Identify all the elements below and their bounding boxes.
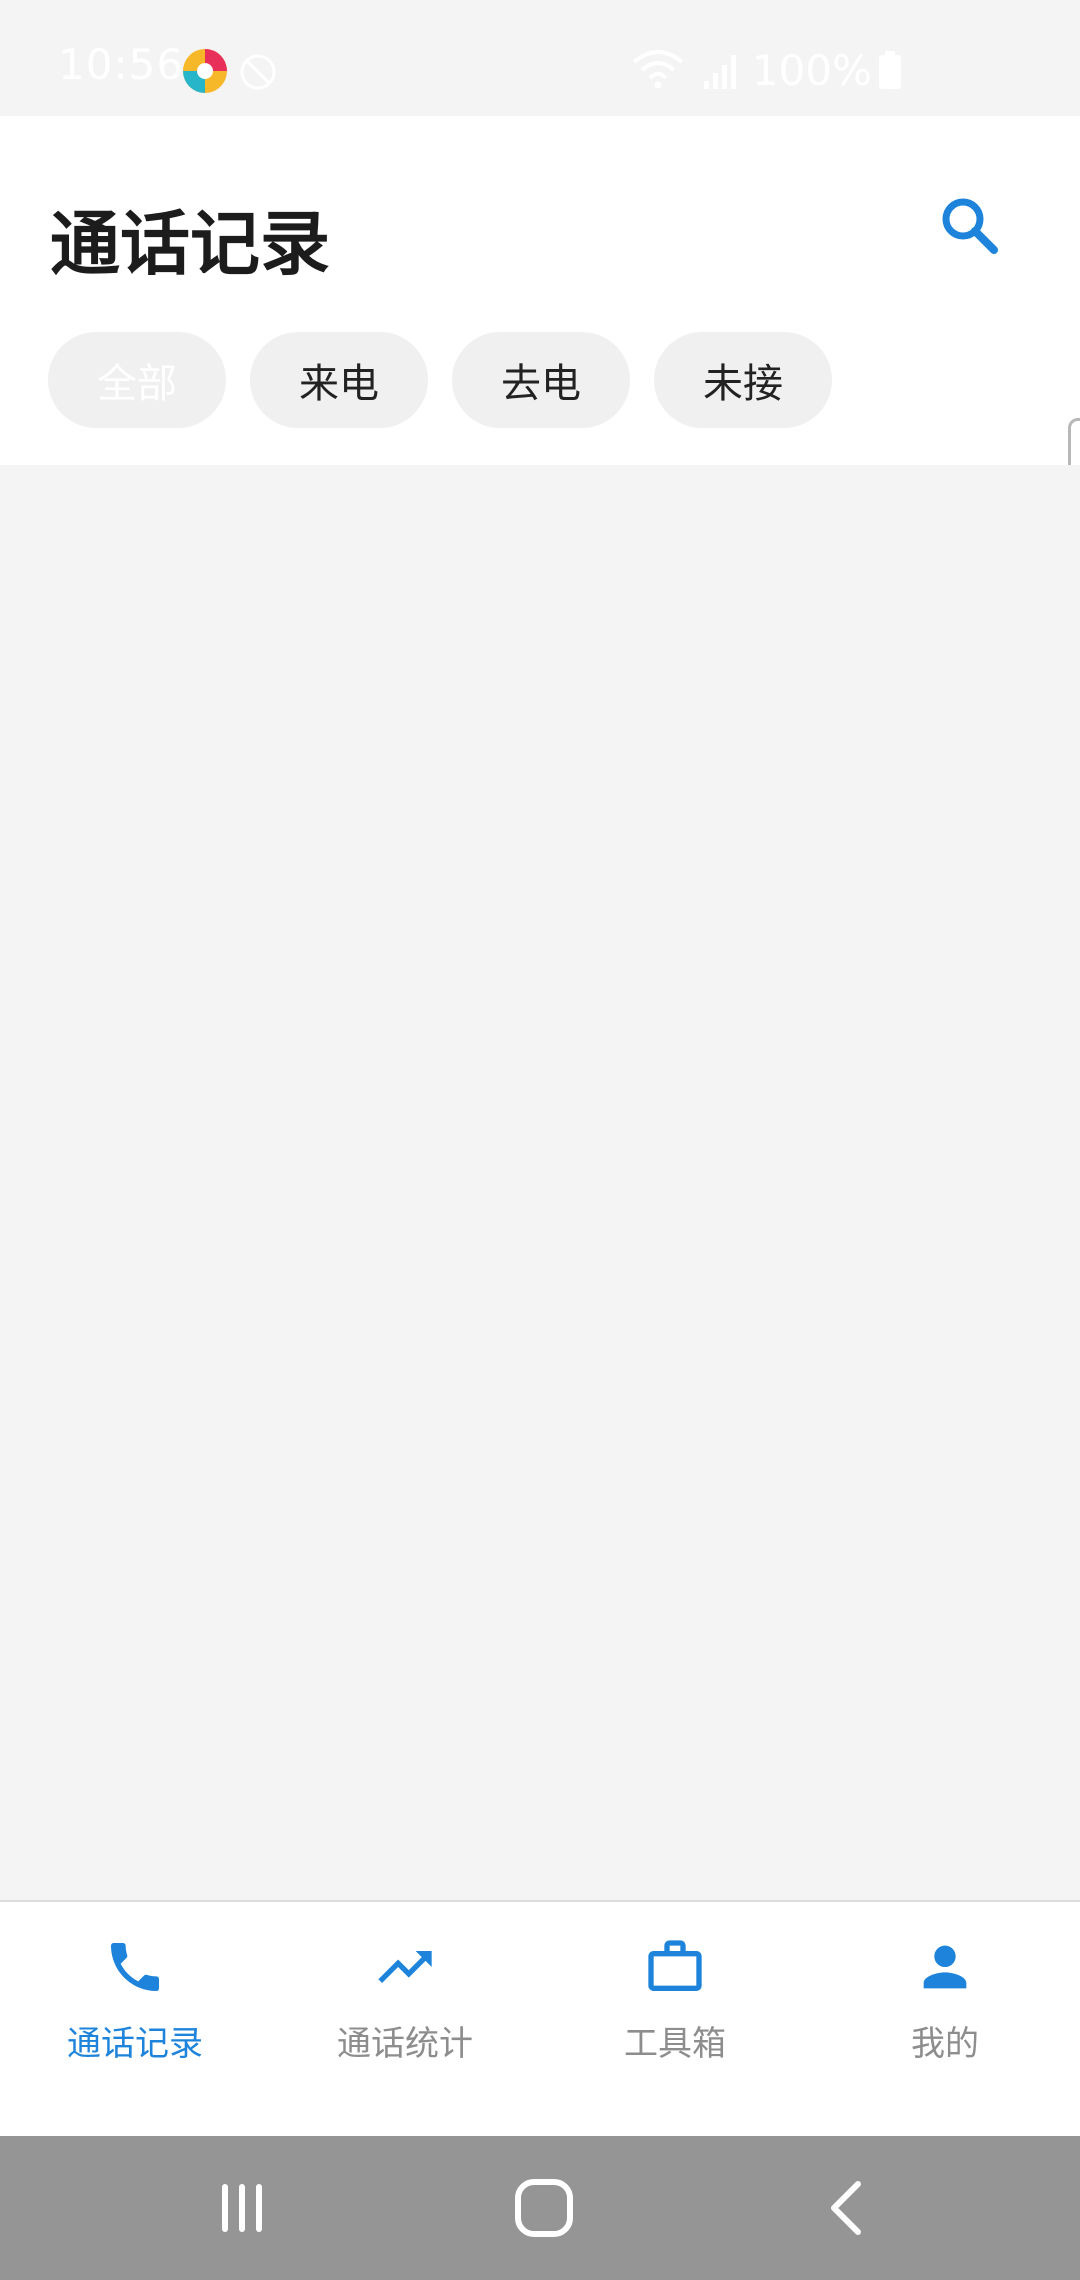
nav-item-toolbox[interactable]: 工具箱 — [540, 1902, 810, 2136]
search-icon — [942, 198, 998, 254]
status-bar: 10:56 100% — [0, 0, 1080, 116]
nav-item-call-stats[interactable]: 通话统计 — [270, 1902, 540, 2136]
back-button[interactable] — [812, 2172, 884, 2244]
header: 通话记录 全部 来电 去电 未接 — [0, 116, 1080, 465]
nav-label-call-stats: 通话统计 — [337, 2024, 473, 2064]
filter-chip-incoming[interactable]: 来电 — [250, 332, 428, 428]
person-icon — [923, 1945, 967, 1989]
filter-chip-all[interactable]: 全部 — [48, 332, 226, 428]
nav-label-me: 我的 — [911, 2024, 979, 2064]
system-navigation-bar — [0, 2136, 1080, 2280]
briefcase-icon — [648, 1940, 702, 1991]
phone-icon — [111, 1943, 159, 1991]
page-title: 通话记录 — [50, 203, 330, 285]
status-time: 10:56 — [58, 40, 185, 89]
home-button[interactable] — [508, 2172, 580, 2244]
recent-apps-button[interactable] — [206, 2172, 278, 2244]
battery-icon — [879, 51, 901, 89]
battery-level: 100% — [751, 45, 872, 95]
recent-apps-icon — [222, 2184, 262, 2232]
do-not-disturb-icon — [240, 54, 276, 90]
app-notification-icon — [183, 49, 227, 93]
bottom-navigation: 通话记录 通话统计 工具箱 我的 — [0, 1900, 1080, 2136]
nav-label-toolbox: 工具箱 — [624, 2024, 726, 2064]
filter-chips: 全部 来电 去电 未接 — [48, 332, 856, 428]
status-right-group: 100% — [632, 40, 902, 100]
search-button[interactable] — [930, 186, 1010, 266]
nav-label-call-log: 通话记录 — [67, 2024, 203, 2064]
back-icon — [831, 2181, 861, 2235]
home-icon — [515, 2179, 573, 2237]
nav-item-me[interactable]: 我的 — [810, 1902, 1080, 2136]
wifi-icon — [632, 50, 684, 89]
trending-up-icon — [378, 1951, 432, 1983]
filter-chip-outgoing[interactable]: 去电 — [452, 332, 630, 428]
signal-icon — [703, 55, 736, 89]
nav-item-call-log[interactable]: 通话记录 — [0, 1902, 270, 2136]
filter-chip-missed[interactable]: 未接 — [654, 332, 832, 428]
call-log-list — [0, 465, 1080, 1901]
